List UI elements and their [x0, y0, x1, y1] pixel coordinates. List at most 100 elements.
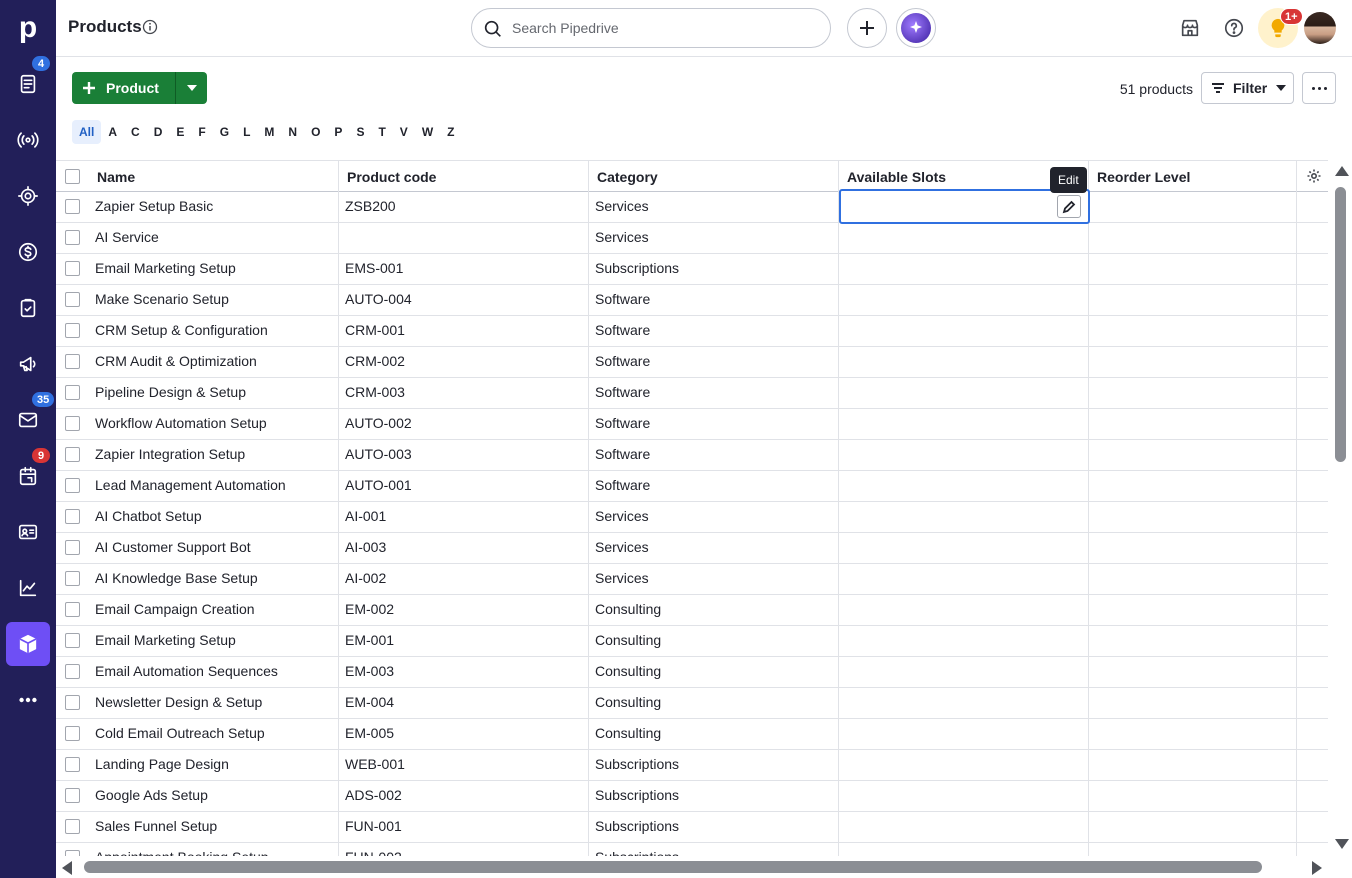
cell-reorder-level[interactable] — [1089, 471, 1297, 501]
filter-button[interactable]: Filter — [1201, 72, 1294, 104]
alphabet-letter[interactable]: D — [147, 120, 170, 144]
table-row[interactable]: CRM Setup & Configuration CRM-001 Software — [56, 316, 1328, 347]
cell-name[interactable]: Zapier Integration Setup — [89, 440, 339, 470]
table-row[interactable]: Email Marketing Setup EM-001 Consulting — [56, 626, 1328, 657]
table-row[interactable]: Appointment Booking SetupFUN-002Subscrip… — [56, 843, 1328, 856]
alphabet-letter[interactable]: N — [281, 120, 304, 144]
cell-available-slots[interactable] — [839, 564, 1089, 594]
cell-product-code[interactable]: FUN-001 — [339, 812, 589, 842]
cell-reorder-level[interactable] — [1089, 781, 1297, 811]
cell-category[interactable]: Software — [589, 471, 839, 501]
column-header-reorder-level[interactable]: Reorder Level — [1089, 161, 1297, 192]
cell-product-code[interactable]: CRM-001 — [339, 316, 589, 346]
cell-category[interactable]: Software — [589, 347, 839, 377]
info-icon[interactable] — [142, 19, 158, 35]
cell-category[interactable]: Services — [589, 564, 839, 594]
alphabet-letter[interactable]: A — [101, 120, 124, 144]
row-checkbox[interactable] — [65, 416, 80, 431]
column-header-product-code[interactable]: Product code — [339, 161, 589, 192]
alphabet-letter[interactable]: S — [349, 120, 371, 144]
cell-category[interactable]: Software — [589, 285, 839, 315]
cell-name[interactable]: Landing Page Design — [89, 750, 339, 780]
alphabet-letter[interactable]: V — [393, 120, 415, 144]
table-row[interactable]: Pipeline Design & Setup CRM-003 Software — [56, 378, 1328, 409]
vertical-scrollbar[interactable] — [1330, 160, 1352, 856]
more-actions-button[interactable] — [1302, 72, 1336, 104]
cell-available-slots[interactable] — [839, 285, 1089, 315]
cell-name[interactable]: Make Scenario Setup — [89, 285, 339, 315]
sidebar-item-deals[interactable] — [0, 172, 56, 220]
cell-reorder-level[interactable] — [1089, 192, 1297, 222]
cell-available-slots[interactable] — [839, 471, 1089, 501]
cell-reorder-level[interactable] — [1089, 657, 1297, 687]
cell-reorder-level[interactable] — [1089, 533, 1297, 563]
cell-available-slots[interactable] — [839, 347, 1089, 377]
cell-reorder-level[interactable] — [1089, 688, 1297, 718]
cell-category[interactable]: Consulting — [589, 657, 839, 687]
alphabet-letter[interactable]: E — [169, 120, 191, 144]
select-all-checkbox[interactable] — [65, 169, 80, 184]
table-row[interactable]: Zapier Integration Setup AUTO-003 Software — [56, 440, 1328, 471]
cell-name[interactable]: CRM Audit & Optimization — [89, 347, 339, 377]
cell-available-slots[interactable] — [839, 657, 1089, 687]
sidebar-item-mail[interactable]: 35 — [0, 391, 56, 444]
row-checkbox[interactable] — [65, 354, 80, 369]
table-row[interactable]: Google Ads Setup ADS-002 Subscriptions — [56, 781, 1328, 812]
cell-category[interactable]: Software — [589, 409, 839, 439]
alphabet-letter[interactable]: All — [72, 120, 102, 144]
cell-available-slots[interactable] — [839, 812, 1089, 842]
row-checkbox[interactable] — [65, 633, 80, 648]
row-checkbox[interactable] — [65, 602, 80, 617]
cell-available-slots[interactable] — [839, 688, 1089, 718]
row-checkbox[interactable] — [65, 478, 80, 493]
cell-product-code[interactable]: AI-002 — [339, 564, 589, 594]
scroll-up-arrow-icon[interactable] — [1335, 166, 1349, 176]
cell-available-slots[interactable] — [839, 223, 1089, 253]
cell-product-code[interactable]: CRM-003 — [339, 378, 589, 408]
sidebar-item-insights[interactable] — [0, 564, 56, 612]
table-row[interactable]: Workflow Automation Setup AUTO-002 Softwar… — [56, 409, 1328, 440]
cell-category[interactable]: Subscriptions — [589, 781, 839, 811]
cell-category[interactable]: Services — [589, 192, 839, 222]
alphabet-letter[interactable]: Z — [440, 120, 461, 144]
scroll-right-arrow-icon[interactable] — [1312, 861, 1322, 875]
table-row[interactable]: Lead Management Automation AUTO-001 Softwa… — [56, 471, 1328, 502]
cell-product-code[interactable]: AI-003 — [339, 533, 589, 563]
cell-available-slots[interactable] — [839, 254, 1089, 284]
table-row[interactable]: Zapier Setup Basic ZSB200 Services — [56, 192, 1328, 223]
row-checkbox[interactable] — [65, 788, 80, 803]
cell-product-code[interactable]: FUN-002 — [339, 843, 589, 856]
cell-available-slots[interactable] — [839, 719, 1089, 749]
help-button[interactable] — [1220, 14, 1248, 42]
row-checkbox[interactable] — [65, 509, 80, 524]
cell-product-code[interactable]: EM-005 — [339, 719, 589, 749]
cell-name[interactable]: Sales Funnel Setup — [89, 812, 339, 842]
cell-category[interactable]: Consulting — [589, 688, 839, 718]
cell-reorder-level[interactable] — [1089, 719, 1297, 749]
table-row[interactable]: Cold Email Outreach Setup EM-005 Consultin… — [56, 719, 1328, 750]
search-box[interactable] — [471, 8, 831, 48]
scroll-left-arrow-icon[interactable] — [62, 861, 72, 875]
cell-name[interactable]: CRM Setup & Configuration — [89, 316, 339, 346]
cell-name[interactable]: Email Campaign Creation — [89, 595, 339, 625]
cell-category[interactable]: Software — [589, 316, 839, 346]
cell-available-slots[interactable] — [839, 626, 1089, 656]
cell-product-code[interactable]: ADS-002 — [339, 781, 589, 811]
table-row[interactable]: CRM Audit & Optimization CRM-002 Software — [56, 347, 1328, 378]
row-checkbox[interactable] — [65, 261, 80, 276]
cell-reorder-level[interactable] — [1089, 595, 1297, 625]
sidebar-item-campaigns[interactable] — [0, 340, 56, 388]
cell-reorder-level[interactable] — [1089, 316, 1297, 346]
cell-available-slots[interactable] — [839, 750, 1089, 780]
cell-name[interactable]: Email Marketing Setup — [89, 254, 339, 284]
cell-reorder-level[interactable] — [1089, 626, 1297, 656]
alphabet-letter[interactable]: M — [257, 120, 281, 144]
table-row[interactable]: Make Scenario Setup AUTO-004 Software — [56, 285, 1328, 316]
alphabet-letter[interactable]: F — [191, 120, 212, 144]
sidebar-item-calendar[interactable]: 9 — [0, 447, 56, 500]
table-row[interactable]: AI Service Services — [56, 223, 1328, 254]
cell-reorder-level[interactable] — [1089, 812, 1297, 842]
cell-category[interactable]: Services — [589, 502, 839, 532]
row-checkbox[interactable] — [65, 695, 80, 710]
alphabet-letter[interactable]: C — [124, 120, 147, 144]
